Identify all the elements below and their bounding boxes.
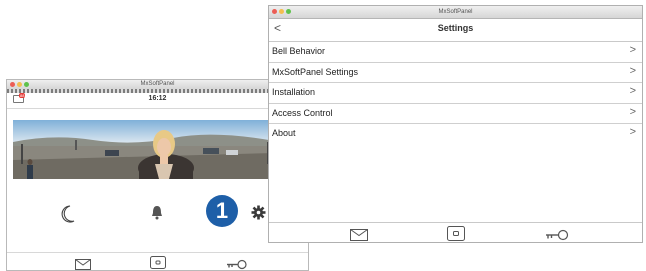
chevron-right-icon: > <box>629 126 636 138</box>
key-icon[interactable] <box>545 228 569 242</box>
main-panel-window: MxSoftPanel 88 16:12 <box>6 79 309 271</box>
home-button-icon[interactable] <box>447 226 465 242</box>
settings-list: Bell Behavior > MxSoftPanel Settings > I… <box>269 42 642 144</box>
settings-item-access-control[interactable]: Access Control > <box>269 104 642 124</box>
settings-item-label: MxSoftPanel Settings <box>272 66 359 77</box>
page-title: Settings <box>437 23 474 33</box>
settings-item-about[interactable]: About > <box>269 124 642 144</box>
settings-item-installation[interactable]: Installation > <box>269 83 642 104</box>
settings-window-title: MxSoftPanel <box>438 9 473 15</box>
chevron-right-icon: > <box>629 44 636 56</box>
settings-item-label: Access Control <box>272 107 333 118</box>
clock: 16:12 <box>148 95 167 102</box>
callout-number: 1 <box>215 198 229 223</box>
mail-icon[interactable] <box>350 228 368 242</box>
camera-image <box>13 120 275 179</box>
main-bottom-bar <box>7 252 308 270</box>
chevron-right-icon: > <box>629 85 636 97</box>
chevron-right-icon: > <box>629 105 636 118</box>
settings-navbar: < Settings <box>269 18 642 42</box>
bell-icon[interactable] <box>150 205 164 226</box>
gear-icon[interactable] <box>251 205 266 225</box>
settings-item-label: Bell Behavior <box>272 46 326 56</box>
key-icon[interactable] <box>226 257 248 270</box>
camera-view[interactable] <box>13 120 275 179</box>
settings-item-label: About <box>272 128 296 138</box>
settings-window: MxSoftPanel < Settings Bell Behavior > M… <box>268 5 643 243</box>
control-bar <box>7 183 308 244</box>
settings-item-label: Installation <box>272 87 316 97</box>
chevron-right-icon: > <box>629 64 636 77</box>
home-button-icon[interactable] <box>150 256 166 270</box>
main-window-title: MxSoftPanel <box>140 81 175 87</box>
mail-icon[interactable] <box>75 257 91 270</box>
settings-item-bell-behavior[interactable]: Bell Behavior > <box>269 42 642 63</box>
settings-bottom-bar <box>269 222 642 242</box>
moon-icon[interactable] <box>61 205 75 228</box>
status-bar: 88 16:12 <box>7 93 308 109</box>
callout-marker: 1 <box>206 195 238 227</box>
settings-item-mxsoftpanel-settings[interactable]: MxSoftPanel Settings > <box>269 63 642 83</box>
